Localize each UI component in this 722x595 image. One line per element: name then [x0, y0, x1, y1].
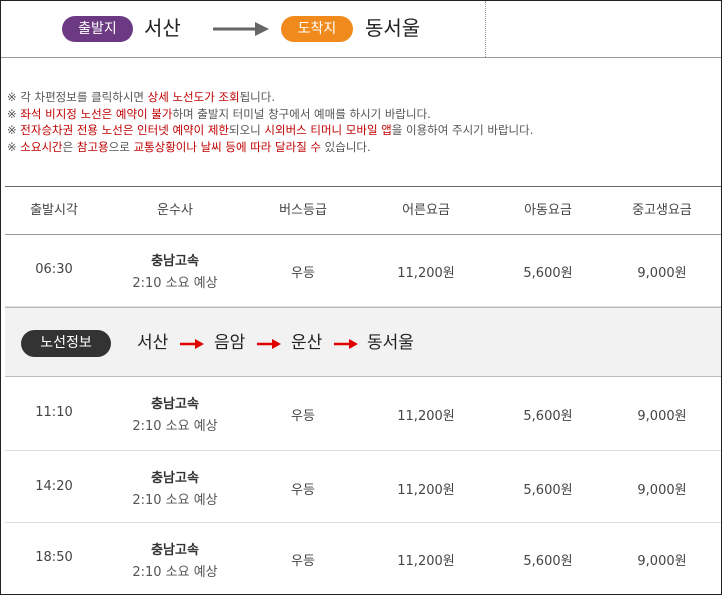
child-fare: 5,600원: [523, 483, 573, 498]
route-header: 출발지 서산 도착지 동서울: [1, 1, 721, 58]
departure-badge: 출발지: [62, 16, 133, 42]
arrow-right-icon: [257, 339, 281, 349]
route-info-badge: 노선정보: [21, 330, 111, 357]
header-departure-time: 출발시각: [30, 203, 78, 218]
adult-fare: 11,200원: [397, 409, 455, 424]
route-timetable: 출발지 서산 도착지 동서울 ※ 각 차편정보를 클릭하시면 상세 노선도가 조…: [0, 0, 722, 595]
bus-grade: 우등: [291, 409, 315, 424]
notice-highlight: 좌석 비지정 노선은 예약이 불가: [20, 106, 173, 121]
travel-duration: 2:10 소요 예상: [132, 493, 218, 508]
notice-highlight: 교통상황이나 날씨 등에 따라 달라질 수: [133, 139, 322, 154]
notice-highlight: 시외버스 티머니 모바일 앱: [264, 123, 392, 137]
bus-company: 충남고속: [151, 543, 199, 558]
notice-text: ※: [7, 106, 21, 121]
adult-fare: 11,200원: [397, 554, 455, 569]
route-stop: 음암: [214, 333, 246, 353]
notice-highlight: 전자승차권 전용 노선은 인터넷 예약이 제한: [20, 123, 230, 137]
notice-text: 은: [62, 139, 77, 154]
notice-line: ※ 각 차편정보를 클릭하시면 상세 노선도가 조회됩니다.: [7, 89, 533, 106]
table-row[interactable]: 18:50 충남고속 2:10 소요 예상 우등 11,200원 5,600원 …: [5, 523, 721, 594]
route-info-panel: 노선정보 서산 음암 운산 동서울: [5, 307, 721, 377]
notice-text: 하며 출발지 터미널 창구에서 예매를 하시기 바랍니다.: [172, 106, 431, 121]
arrival-badge: 도착지: [281, 16, 353, 42]
notice-text: 있습니다.: [321, 139, 371, 154]
teen-fare: 9,000원: [637, 266, 687, 281]
route-stop: 운산: [291, 333, 323, 353]
arrival-city: 동서울: [365, 16, 421, 40]
header-company: 운수사: [157, 203, 193, 218]
child-fare: 5,600원: [523, 554, 573, 569]
arrow-right-icon: [180, 339, 204, 349]
header-adult-fare: 어른요금: [402, 203, 450, 218]
table-row[interactable]: 11:10 충남고속 2:10 소요 예상 우등 11,200원 5,600원 …: [5, 377, 721, 451]
notice-line: ※ 전자승차권 전용 노선은 인터넷 예약이 제한되오니 시외버스 티머니 모바…: [7, 122, 533, 139]
travel-duration: 2:10 소요 예상: [132, 276, 218, 291]
departure-time: 14:20: [35, 479, 73, 494]
header-bus-grade: 버스등급: [279, 203, 327, 218]
departure-time: 11:10: [35, 405, 73, 420]
notice-line: ※ 소요시간은 참고용으로 교통상황이나 날씨 등에 따라 달라질 수 있습니다…: [7, 139, 533, 156]
notice-highlight: 참고용: [76, 139, 109, 154]
notice-text: 을 이용하여 주시기 바랍니다.: [391, 123, 534, 137]
notice-highlight: 상세 노선도가 조회: [147, 90, 240, 104]
teen-fare: 9,000원: [637, 554, 687, 569]
departure-city: 서산: [144, 16, 181, 40]
bus-company: 충남고속: [151, 254, 199, 269]
child-fare: 5,600원: [523, 266, 573, 281]
bus-grade: 우등: [291, 483, 315, 498]
bus-grade: 우등: [291, 554, 315, 569]
notice-highlight: 소요시간: [20, 139, 63, 154]
departure-time: 18:50: [35, 550, 73, 565]
notice-text: 으로: [108, 139, 134, 154]
notice-text: ※: [7, 123, 21, 137]
header-divider: [485, 1, 486, 57]
bus-company: 충남고속: [151, 397, 199, 412]
arrow-right-icon: [213, 22, 269, 36]
table-header: 출발시각 운수사 버스등급 어른요금 아동요금 중고생요금: [5, 186, 721, 235]
adult-fare: 11,200원: [397, 483, 455, 498]
bus-grade: 우등: [291, 266, 315, 281]
route-stop: 동서울: [367, 333, 414, 353]
notice-text: ※ 각 차편정보를 클릭하시면: [7, 90, 148, 104]
notice-list: ※ 각 차편정보를 클릭하시면 상세 노선도가 조회됩니다. ※ 좌석 비지정 노…: [7, 89, 533, 155]
teen-fare: 9,000원: [637, 483, 687, 498]
header-teen-fare: 중고생요금: [632, 203, 692, 218]
notice-text: 됩니다.: [239, 90, 275, 104]
teen-fare: 9,000원: [637, 409, 687, 424]
table-row[interactable]: 06:30 충남고속 2:10 소요 예상 우등 11,200원 5,600원 …: [5, 235, 721, 307]
travel-duration: 2:10 소요 예상: [132, 565, 218, 580]
travel-duration: 2:10 소요 예상: [132, 419, 218, 434]
adult-fare: 11,200원: [397, 266, 455, 281]
arrow-right-icon: [334, 339, 358, 349]
notice-text: 되오니: [229, 123, 265, 137]
table-row[interactable]: 14:20 충남고속 2:10 소요 예상 우등 11,200원 5,600원 …: [5, 451, 721, 523]
route-stop: 서산: [137, 333, 169, 353]
departure-time: 06:30: [35, 262, 73, 277]
header-child-fare: 아동요금: [524, 203, 572, 218]
child-fare: 5,600원: [523, 409, 573, 424]
bus-company: 충남고속: [151, 471, 199, 486]
notice-text: ※: [7, 139, 21, 154]
notice-line: ※ 좌석 비지정 노선은 예약이 불가하며 출발지 터미널 창구에서 예매를 하…: [7, 106, 533, 123]
